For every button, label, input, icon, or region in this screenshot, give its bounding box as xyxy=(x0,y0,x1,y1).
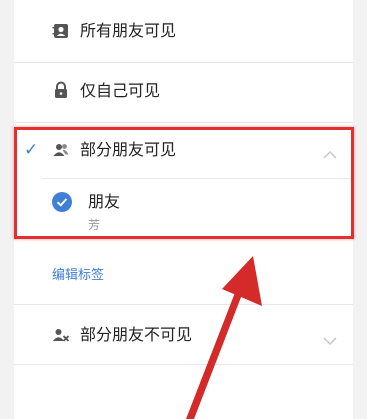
group-exclude-icon xyxy=(52,326,70,344)
chevron-down-icon[interactable] xyxy=(323,331,337,346)
option-partial-hidden[interactable]: 部分朋友不可见 xyxy=(14,305,353,363)
option-only-self[interactable]: 仅自己可见 xyxy=(14,63,353,122)
option-all-friends[interactable]: 所有朋友可见 xyxy=(14,0,353,62)
option-label: 仅自己可见 xyxy=(80,81,161,100)
lock-icon xyxy=(52,81,70,99)
contacts-card-icon xyxy=(52,22,70,40)
annotation-highlight-box xyxy=(14,127,354,239)
option-label: 部分朋友不可见 xyxy=(80,325,193,344)
edit-tags-link[interactable]: 编辑标签 xyxy=(52,268,104,284)
option-label: 所有朋友可见 xyxy=(80,21,177,40)
divider xyxy=(14,364,353,365)
